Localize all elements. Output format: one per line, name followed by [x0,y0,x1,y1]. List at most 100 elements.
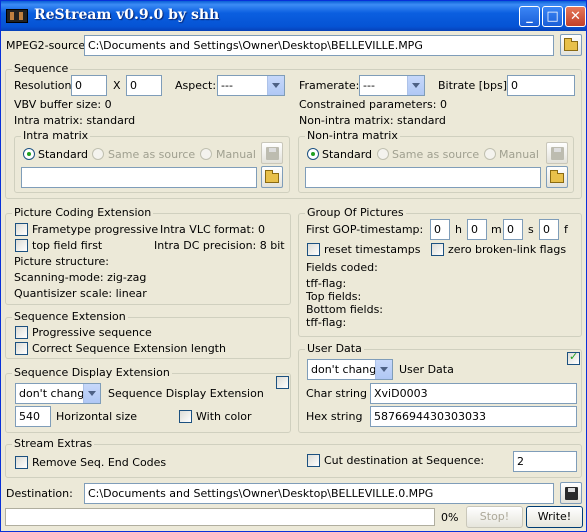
title-bar[interactable]: ReStream v0.9.0 by shh _ □ ✕ [1,1,586,31]
picture-coding-group-title: Picture Coding Extension [12,206,154,220]
progress-percent-text: 0% [441,511,459,524]
minimize-button[interactable]: _ [519,6,540,27]
gop-minutes-field[interactable]: 0 [467,219,487,240]
bitrate-label: Bitrate [bps]: [438,79,511,92]
nonintra-save-button[interactable] [546,142,568,164]
frametype-progressive-label: Frametype progressive [32,223,159,236]
intra-matrix-text: Intra matrix: standard [14,114,136,127]
cut-destination-checkbox[interactable] [307,454,320,467]
picture-structure-text: Picture structure: [14,255,109,268]
remove-seq-end-label: Remove Seq. End Codes [32,456,167,469]
progressive-sequence-label: Progressive sequence [32,326,152,339]
nonintra-same-radio[interactable] [377,148,389,160]
nonintra-manual-label: Manual [499,148,539,161]
intra-save-button[interactable] [261,142,283,164]
nonintra-matrix-file-field[interactable] [305,167,541,188]
user-data-select[interactable]: don't change [307,359,393,380]
source-path-field[interactable]: C:\Documents and Settings\Owner\Desktop\… [84,35,554,56]
nonintra-manual-radio[interactable] [484,148,496,160]
gop-seconds-field[interactable]: 0 [503,219,523,240]
seq-display-enable-checkbox[interactable] [276,376,289,389]
folder-open-icon [564,38,578,51]
framerate-select[interactable]: --- [359,75,425,96]
seq-display-select-value: don't change [19,387,91,400]
nonintra-standard-radio[interactable] [307,148,319,160]
horizontal-size-label: Horizontal size [56,410,137,423]
top-fields-text: Top fields: [306,290,362,303]
quantiser-scale-text: Quantisizer scale: linear [14,287,147,300]
bitrate-field[interactable]: 0 [507,75,575,96]
write-button[interactable]: Write! [526,506,583,528]
window-title: ReStream v0.9.0 by shh [34,7,220,23]
progress-bar [5,508,435,526]
remove-seq-end-checkbox[interactable] [15,456,28,469]
with-color-checkbox[interactable] [179,410,192,423]
seq-display-group-title: Sequence Display Extension [12,366,172,380]
intra-matrix-file-field[interactable] [21,167,257,188]
correct-seq-ext-label: Correct Sequence Extension length [32,342,226,355]
fields-coded-text: Fields coded: [306,261,378,274]
cut-sequence-field[interactable]: 2 [513,451,577,472]
nonintra-standard-label: Standard [322,148,373,161]
maximize-button[interactable]: □ [542,6,563,27]
zero-broken-link-checkbox[interactable] [431,243,444,256]
nonintra-open-button[interactable] [546,166,568,188]
chevron-down-icon [407,76,424,95]
char-string-field[interactable]: XviD0003 [370,383,577,404]
close-button[interactable]: ✕ [565,6,586,27]
progressive-sequence-checkbox[interactable] [15,326,28,339]
sequence-group-title: Sequence [12,62,71,76]
gop-hours-unit: h [455,223,462,236]
correct-seq-ext-checkbox[interactable] [15,342,28,355]
folder-open-icon [265,170,279,183]
aspect-select[interactable]: --- [217,75,285,96]
intra-vlc-text: Intra VLC format: 0 [160,223,266,236]
intra-standard-radio[interactable] [23,148,35,160]
intra-manual-radio[interactable] [200,148,212,160]
horizontal-size-field[interactable]: 540 [15,406,51,427]
resolution-label: Resolution: [14,79,76,92]
top-field-first-checkbox[interactable] [15,239,28,252]
user-data-enable-checkbox[interactable] [567,350,580,365]
seq-extension-group-title: Sequence Extension [12,310,128,324]
gop-hours-field[interactable]: 0 [430,219,450,240]
nonintra-matrix-text: Non-intra matrix: standard [299,114,446,127]
source-label: MPEG2-source: [6,39,89,52]
resolution-height-field[interactable]: 0 [126,75,162,96]
gop-seconds-unit: s [528,223,534,236]
user-data-select-value: don't change [311,363,383,376]
floppy-disk-icon [565,487,578,500]
folder-open-icon [550,170,564,183]
tff-flag-text-1: tff-flag: [306,277,347,290]
with-color-label: With color [196,410,252,423]
frametype-progressive-checkbox[interactable] [15,223,28,236]
destination-save-button[interactable] [560,482,582,504]
intra-manual-label: Manual [216,148,256,161]
zero-broken-link-label: zero broken-link flags [448,243,567,256]
user-data-group-title: User Data [305,342,364,356]
intra-same-radio[interactable] [92,148,104,160]
bottom-fields-text: Bottom fields: [306,303,384,316]
destination-label: Destination: [6,487,73,500]
gop-frames-unit: f [564,223,568,236]
vbv-buffer-text: VBV buffer size: 0 [14,98,112,111]
gop-frames-field[interactable]: 0 [539,219,559,240]
resolution-width-field[interactable]: 0 [71,75,107,96]
intra-dc-text: Intra DC precision: 8 bit [154,239,285,252]
scanning-mode-text: Scanning-mode: zig-zag [14,271,147,284]
nonintra-same-label: Same as source [392,148,480,161]
tff-flag-text-2: tff-flag: [306,316,347,329]
hex-string-field[interactable]: 5876694430303033 [370,406,577,427]
gop-group-title: Group Of Pictures [305,206,406,220]
gop-timestamp-label: First GOP-timestamp: [306,223,424,236]
reset-timestamps-checkbox[interactable] [307,243,320,256]
intra-open-button[interactable] [261,166,283,188]
seq-display-combo-label: Sequence Display Extension [108,387,264,400]
seq-display-select[interactable]: don't change [15,383,101,404]
intra-same-label: Same as source [108,148,196,161]
user-data-combo-label: User Data [399,363,454,376]
stop-button[interactable]: Stop! [466,506,523,528]
destination-path-field[interactable]: C:\Documents and Settings\Owner\Desktop\… [84,483,554,504]
source-open-button[interactable] [560,34,582,56]
main-window: ReStream v0.9.0 by shh _ □ ✕ MPEG2-sourc… [0,0,587,532]
